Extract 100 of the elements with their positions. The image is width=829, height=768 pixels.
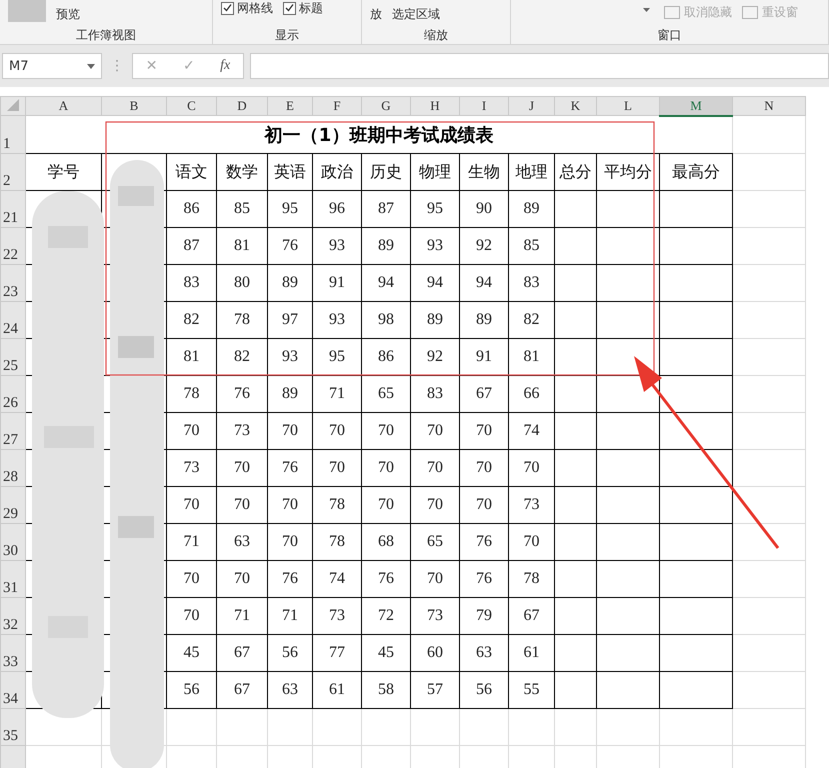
table-cell: 74 [312,560,362,598]
table-cell: 56 [460,672,508,708]
table-cell: 95 [268,190,312,228]
table-header: 学号 [26,154,102,190]
formula-input[interactable] [250,53,829,79]
row-header[interactable]: 22 [0,228,26,264]
row-header[interactable]: 23 [0,264,26,302]
column-header[interactable]: I [460,96,508,116]
column-header[interactable]: J [508,96,554,116]
table-header: 数学 [216,154,268,190]
column-header[interactable]: C [166,96,216,116]
table-cell: 70 [410,412,460,450]
table-header: 平均分 [596,154,660,190]
table-cell: 93 [312,302,362,338]
table-cell: 70 [268,412,312,450]
table-cell: 63 [216,524,268,560]
insert-function-button[interactable]: fx [216,58,234,74]
caret-icon[interactable] [87,64,95,68]
table-cell: 87 [362,190,410,228]
table-cell: 45 [166,634,216,672]
row-header[interactable]: 33 [0,634,26,672]
ribbon-label[interactable]: 放 [370,6,382,23]
table-cell: 76 [362,560,410,598]
row-header[interactable]: 27 [0,412,26,450]
table-cell: 93 [268,338,312,376]
row-header[interactable]: 30 [0,524,26,560]
table-cell: 73 [312,598,362,634]
table-cell: 82 [216,338,268,376]
table-cell: 70 [216,486,268,524]
column-header[interactable]: L [596,96,660,116]
table-cell: 83 [410,376,460,412]
column-header[interactable]: E [268,96,312,116]
table-cell: 95 [312,338,362,376]
ribbon-checkbox[interactable]: 标题 [283,0,323,17]
table-cell: 81 [216,228,268,264]
row-header[interactable]: 2 [0,154,26,190]
group-label: 缩放 [423,27,449,44]
table-cell: 73 [508,486,554,524]
table-header: 历史 [362,154,410,190]
row-header[interactable]: 31 [0,560,26,598]
table-cell: 70 [268,524,312,560]
row-header[interactable]: 25 [0,338,26,376]
table-cell: 70 [460,412,508,450]
row-header[interactable]: 28 [0,450,26,486]
column-header[interactable]: A [26,96,102,116]
table-cell: 92 [460,228,508,264]
table-cell: 91 [460,338,508,376]
ribbon-label[interactable]: 选定区域 [392,6,440,23]
table-cell: 71 [268,598,312,634]
select-all-corner[interactable] [0,96,26,116]
table-header: 生物 [460,154,508,190]
column-header[interactable]: F [312,96,362,116]
table-cell: 70 [460,450,508,486]
row-header[interactable]: 35 [0,708,26,746]
table-cell: 70 [362,486,410,524]
row-header[interactable]: 24 [0,302,26,338]
ribbon-label[interactable]: 预览 [56,6,80,23]
table-header: 地理 [508,154,554,190]
column-header[interactable]: G [362,96,410,116]
check-icon [223,3,232,12]
table-cell: 74 [508,412,554,450]
table-cell: 67 [216,634,268,672]
row-header[interactable]: 1 [0,116,26,154]
table-cell: 76 [268,560,312,598]
table-header: 最高分 [660,154,732,190]
row-header[interactable]: 34 [0,672,26,708]
table-cell: 86 [362,338,410,376]
row-header[interactable]: 21 [0,190,26,228]
table-cell: 95 [410,190,460,228]
table-cell: 70 [166,560,216,598]
table-cell: 78 [508,560,554,598]
column-header[interactable]: B [102,96,166,116]
sheet-title: 初一（1）班期中考试成绩表 [26,116,732,154]
group-label: 显示 [274,27,300,44]
table-cell: 80 [216,264,268,302]
name-box[interactable]: M7 [2,53,102,79]
column-header[interactable]: H [410,96,460,116]
row-header[interactable]: 29 [0,486,26,524]
table-cell: 58 [362,672,410,708]
view-button[interactable] [8,0,46,22]
table-cell: 90 [460,190,508,228]
table-cell: 67 [508,598,554,634]
table-cell: 81 [508,338,554,376]
table-cell: 70 [166,412,216,450]
row-header[interactable]: 32 [0,598,26,634]
column-header[interactable]: D [216,96,268,116]
table-cell: 67 [216,672,268,708]
table-cell: 60 [410,634,460,672]
table-cell: 89 [268,376,312,412]
table-cell: 45 [362,634,410,672]
column-header[interactable]: M [660,96,732,116]
table-cell: 70 [268,486,312,524]
table-cell: 56 [166,672,216,708]
column-header[interactable]: N [732,96,806,116]
check-icon [285,3,294,12]
table-cell: 89 [460,302,508,338]
row-header[interactable]: 26 [0,376,26,412]
column-header[interactable]: K [554,96,596,116]
ribbon-checkbox[interactable]: 网格线 [221,0,273,17]
caret-icon[interactable] [643,8,650,12]
